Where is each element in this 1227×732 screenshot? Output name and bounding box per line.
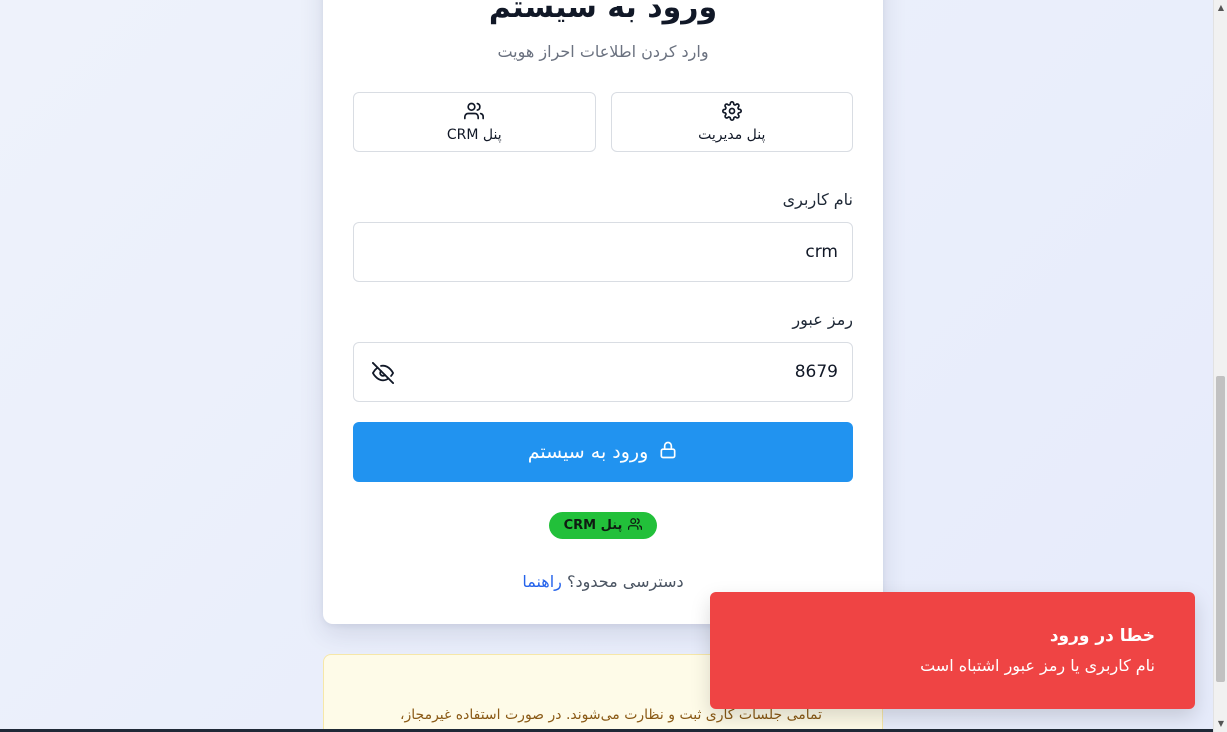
tab-crm-panel[interactable]: پنل CRM [353, 92, 596, 152]
scroll-up-arrow-icon[interactable]: ▲ [1217, 4, 1225, 12]
username-field-wrapper [353, 222, 853, 282]
toast-message: نام کاربری یا رمز عبور اشتباه است [920, 656, 1155, 675]
page-subtitle: وارد کردن اطلاعات احراز هویت [497, 42, 709, 61]
tab-admin-panel[interactable]: پنل مدیریت [610, 92, 853, 152]
scroll-down-arrow-icon[interactable]: ▼ [1217, 720, 1225, 728]
help-text: دسترسی محدود؟ [567, 572, 684, 591]
scrollbar[interactable]: ▲ ▼ [1213, 0, 1227, 732]
tab-label: پنل مدیریت [698, 127, 766, 143]
password-input[interactable] [354, 343, 852, 401]
password-field-wrapper [353, 342, 853, 402]
help-link[interactable]: راهنما [522, 572, 562, 591]
warning-text: تمامی جلسات کاری ثبت و نظارت می‌شوند. در… [399, 707, 822, 723]
gear-icon [721, 101, 742, 121]
tab-label: پنل CRM [446, 127, 502, 143]
panel-tabs: پنل مدیریت پنل CRM [353, 92, 853, 152]
users-icon [628, 517, 643, 535]
eye-off-icon[interactable] [372, 362, 394, 384]
active-panel-badge: پنل CRM [549, 512, 657, 539]
login-button[interactable]: ورود به سیستم [353, 422, 853, 482]
password-label: رمز عبور [792, 310, 853, 329]
error-toast[interactable]: خطا در ورود نام کاربری یا رمز عبور اشتبا… [710, 592, 1195, 709]
username-label: نام کاربری [782, 190, 853, 209]
users-icon [464, 101, 485, 121]
lock-icon [658, 440, 678, 465]
login-button-label: ورود به سیستم [527, 441, 649, 463]
username-input[interactable] [354, 223, 852, 281]
badge-label: پنل CRM [563, 518, 623, 533]
page-title: ورود به سیستم [488, 0, 718, 25]
help-line: دسترسی محدود؟ راهنما [323, 572, 883, 591]
toast-title: خطا در ورود [1049, 626, 1155, 646]
login-card: ورود به سیستم وارد کردن اطلاعات احراز هو… [323, 0, 883, 624]
scrollbar-thumb[interactable] [1216, 376, 1225, 682]
